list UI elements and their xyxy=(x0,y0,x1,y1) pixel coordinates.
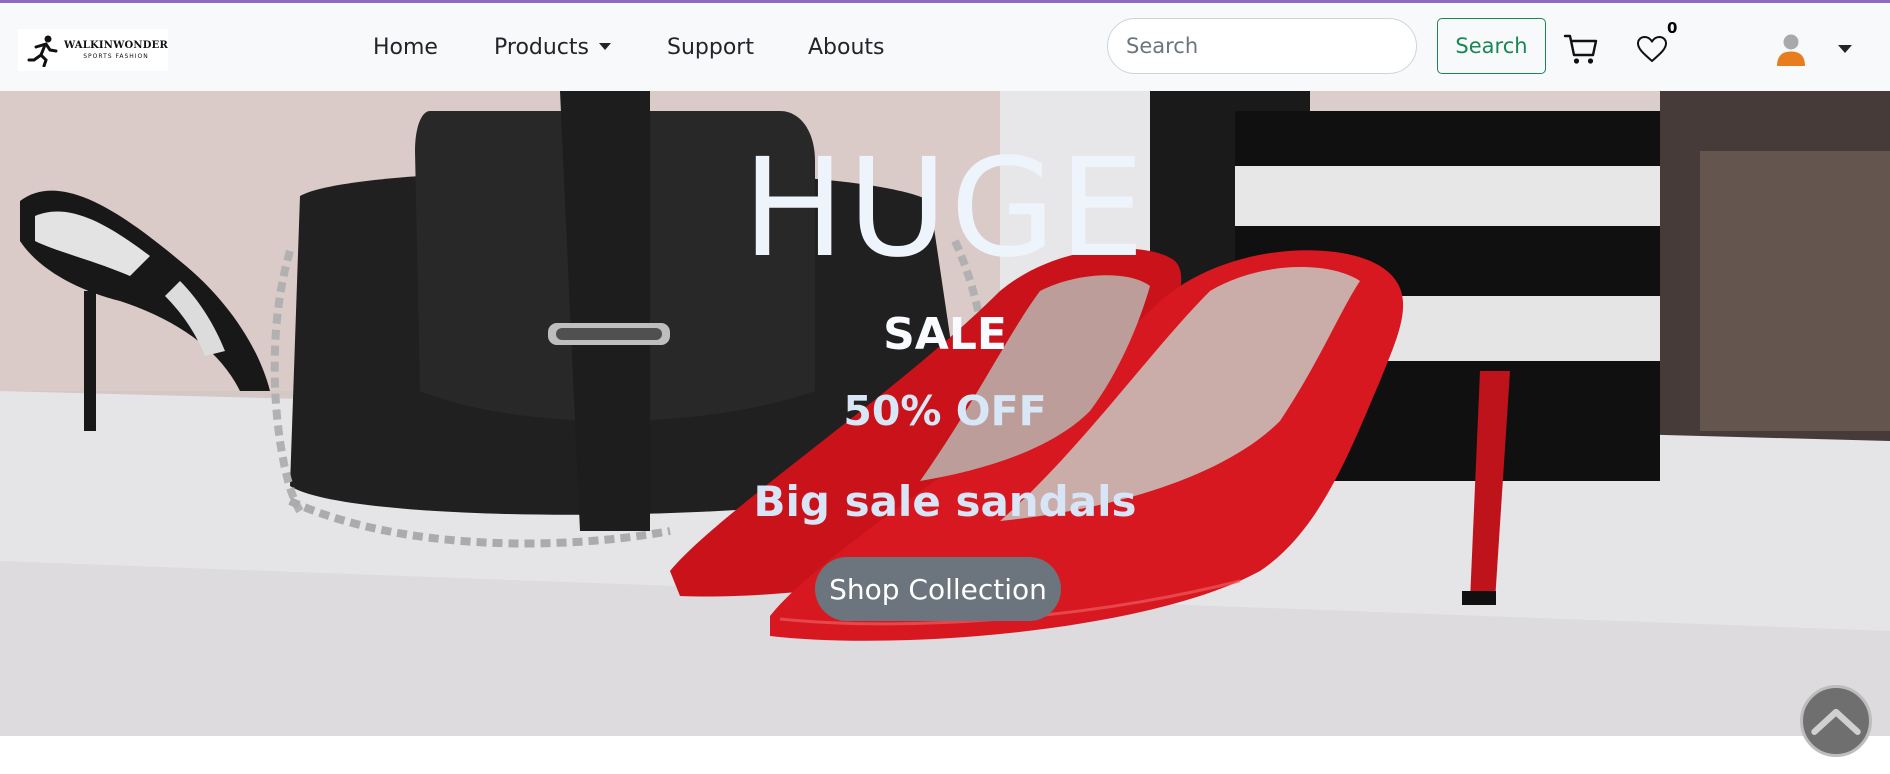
shop-collection-button[interactable]: Shop Collection xyxy=(815,557,1061,621)
search-input[interactable] xyxy=(1107,18,1417,74)
cart-icon[interactable] xyxy=(1563,33,1599,65)
brand-name: WALKINWONDER xyxy=(64,40,168,51)
brand-logo[interactable]: WALKINWONDER SPORTS FASHION xyxy=(18,29,168,71)
hero-tagline: Big sale sandals xyxy=(753,477,1137,526)
search-button[interactable]: Search xyxy=(1437,18,1546,74)
page-content-start xyxy=(0,736,1890,774)
nav-support-link[interactable]: Support xyxy=(667,34,754,62)
chevron-up-icon xyxy=(1811,708,1861,735)
heart-icon[interactable] xyxy=(1636,35,1668,63)
hero-headline: HUGE xyxy=(742,130,1148,288)
nav-products-dropdown[interactable]: Products xyxy=(494,34,611,62)
navbar: WALKINWONDER SPORTS FASHION Home Product… xyxy=(0,3,1890,91)
nav-abouts-link[interactable]: Abouts xyxy=(808,34,885,62)
hero-discount: 50% OFF xyxy=(843,387,1047,435)
nav-products-label: Products xyxy=(494,35,589,60)
runner-icon xyxy=(27,35,58,67)
nav-home-link[interactable]: Home xyxy=(373,34,438,62)
caret-down-icon xyxy=(599,43,611,50)
hero-banner: HUGE SALE 50% OFF Big sale sandals Shop … xyxy=(0,91,1890,736)
user-avatar-icon[interactable] xyxy=(1776,33,1806,66)
scroll-to-top-button[interactable] xyxy=(1800,685,1872,757)
account-dropdown-caret-icon[interactable] xyxy=(1838,45,1852,53)
wishlist-count-badge: 0 xyxy=(1667,19,1678,37)
hero-subheadline: SALE xyxy=(883,309,1007,360)
brand-tagline: SPORTS FASHION xyxy=(83,53,149,60)
